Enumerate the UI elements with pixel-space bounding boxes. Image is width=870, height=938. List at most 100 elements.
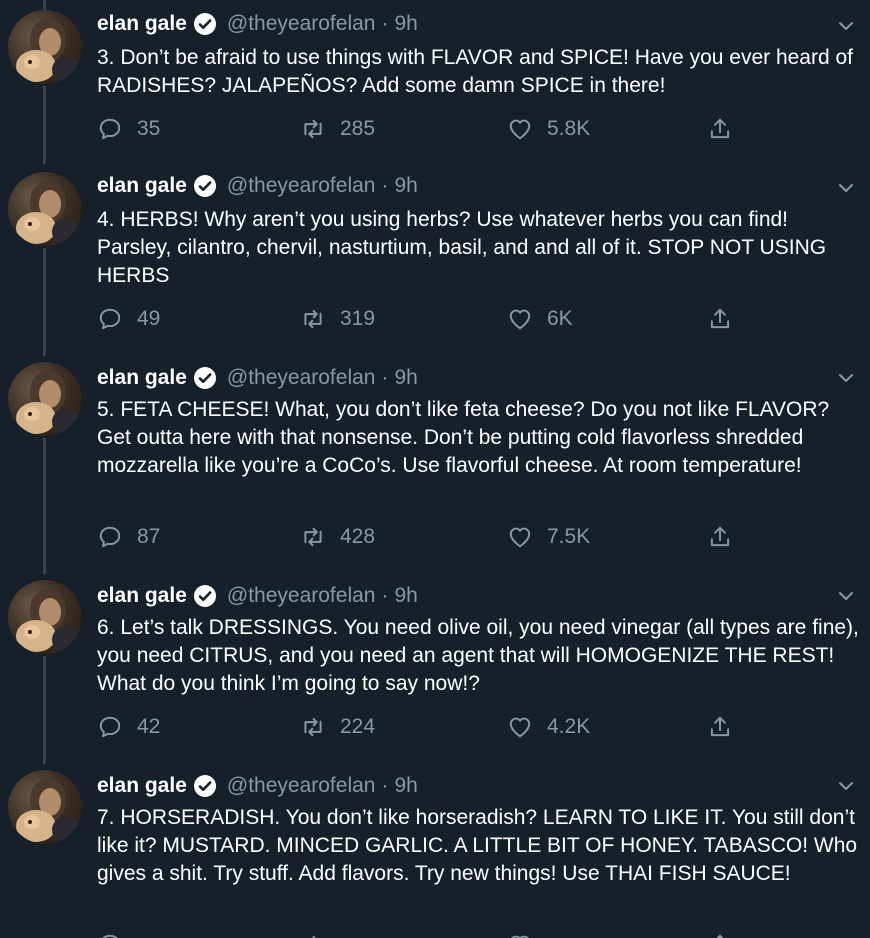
retweet-count: 285 xyxy=(340,117,376,140)
timestamp[interactable]: 9h xyxy=(394,774,417,798)
display-name[interactable]: elan gale xyxy=(97,366,187,390)
timestamp[interactable]: 9h xyxy=(394,12,417,36)
reply-button[interactable]: 42 xyxy=(97,712,160,742)
retweet-count: 224 xyxy=(340,715,376,738)
reply-button[interactable]: 87 xyxy=(97,522,160,552)
tweet-text: 6. Let’s talk DRESSINGS. You need olive … xyxy=(97,616,859,695)
avatar-image xyxy=(16,370,80,436)
tweet-text: 4. HERBS! Why aren’t you using herbs? Us… xyxy=(97,208,827,287)
display-name[interactable]: elan gale xyxy=(97,12,187,36)
share-icon xyxy=(710,716,730,737)
handle[interactable]: @theyearofelan xyxy=(227,584,376,608)
like-count: 5.8K xyxy=(547,117,591,140)
reply-icon xyxy=(99,308,121,330)
reply-button[interactable] xyxy=(97,930,137,938)
like-button[interactable]: 5.8K xyxy=(507,114,590,144)
timestamp[interactable]: 9h xyxy=(394,174,417,198)
reply-button[interactable]: 49 xyxy=(97,304,160,334)
display-name[interactable]: elan gale xyxy=(97,774,187,798)
like-button[interactable]: 7.5K xyxy=(507,522,590,552)
avatar-image xyxy=(16,778,80,844)
verified-badge-icon xyxy=(193,175,216,197)
chevron-down-icon[interactable] xyxy=(836,178,856,198)
tweet-text: 5. FETA CHEESE! What, you don’t like fet… xyxy=(97,398,830,477)
timestamp[interactable]: 9h xyxy=(394,584,417,608)
heart-icon xyxy=(509,717,531,738)
handle[interactable]: @theyearofelan xyxy=(227,12,376,36)
share-button[interactable] xyxy=(707,522,747,552)
tweet-actions: 42 224 4.2K xyxy=(97,712,757,742)
separator-dot: · xyxy=(381,584,389,607)
retweet-count: 428 xyxy=(340,525,376,548)
share-icon xyxy=(710,526,730,547)
reply-count: 87 xyxy=(137,525,161,548)
heart-icon xyxy=(509,309,531,330)
handle[interactable]: @theyearofelan xyxy=(227,774,376,798)
tweet-text: 7. HORSERADISH. You don’t like horseradi… xyxy=(97,806,858,885)
like-count: 6K xyxy=(547,307,573,330)
handle[interactable]: @theyearofelan xyxy=(227,366,376,390)
tweet[interactable]: elan gale @theyearofelan · 9h 4. HERBS! … xyxy=(0,162,870,352)
tweet-actions xyxy=(97,930,757,938)
avatar[interactable] xyxy=(8,10,82,84)
tweet[interactable]: elan gale @theyearofelan · 9h 3. Don’t b… xyxy=(0,0,870,162)
reply-button[interactable]: 35 xyxy=(97,114,160,144)
verified-badge-icon xyxy=(193,585,216,607)
avatar[interactable] xyxy=(8,362,82,436)
tweet-actions: 87 428 7.5K xyxy=(97,522,757,552)
reply-icon xyxy=(102,934,118,938)
share-button[interactable] xyxy=(707,930,747,938)
share-button[interactable] xyxy=(707,304,747,334)
chevron-down-icon[interactable] xyxy=(836,586,856,606)
heart-icon xyxy=(509,527,531,548)
like-button[interactable] xyxy=(507,930,547,938)
chevron-down-icon[interactable] xyxy=(836,776,856,796)
separator-dot: · xyxy=(381,366,389,389)
share-icon xyxy=(710,308,730,329)
like-count: 4.2K xyxy=(547,715,591,738)
share-button[interactable] xyxy=(707,712,747,742)
share-button[interactable] xyxy=(707,114,747,144)
share-icon xyxy=(716,934,724,938)
separator-dot: · xyxy=(381,174,389,197)
display-name[interactable]: elan gale xyxy=(97,584,187,608)
verified-badge-icon xyxy=(193,13,216,35)
avatar[interactable] xyxy=(8,580,82,654)
chevron-down-icon[interactable] xyxy=(836,16,856,36)
tweet-actions: 35 285 5.8K xyxy=(97,114,757,144)
tweet-text: 3. Don’t be afraid to use things with FL… xyxy=(97,46,854,97)
timestamp[interactable]: 9h xyxy=(394,366,417,390)
separator-dot: · xyxy=(381,774,389,797)
like-button[interactable]: 6K xyxy=(507,304,573,334)
retweet-button[interactable]: 285 xyxy=(300,114,375,144)
display-name[interactable]: elan gale xyxy=(97,174,187,198)
tweet-header: elan gale @theyearofelan · 9h xyxy=(97,771,418,801)
reply-icon xyxy=(99,526,121,548)
avatar-image xyxy=(16,588,80,654)
chevron-down-icon[interactable] xyxy=(836,368,856,388)
retweet-button[interactable]: 224 xyxy=(300,712,375,742)
separator-dot: · xyxy=(381,12,389,35)
avatar-image xyxy=(16,18,80,84)
handle[interactable]: @theyearofelan xyxy=(227,174,376,198)
tweet-actions: 49 319 6K xyxy=(97,304,757,334)
tweet[interactable]: elan gale @theyearofelan · 9h 7. HORSERA… xyxy=(0,760,870,938)
tweet-header: elan gale @theyearofelan · 9h xyxy=(97,363,418,393)
tweet[interactable]: elan gale @theyearofelan · 9h 5. FETA CH… xyxy=(0,352,870,570)
retweet-button[interactable]: 428 xyxy=(300,522,375,552)
retweet-icon xyxy=(304,309,322,329)
avatar[interactable] xyxy=(8,770,82,844)
verified-badge-icon xyxy=(193,775,216,797)
tweet-header: elan gale @theyearofelan · 9h xyxy=(97,171,418,201)
reply-icon xyxy=(99,118,121,140)
retweet-icon xyxy=(312,935,317,938)
retweet-icon xyxy=(304,527,322,547)
retweet-button[interactable]: 319 xyxy=(300,304,375,334)
like-button[interactable]: 4.2K xyxy=(507,712,590,742)
tweet[interactable]: elan gale @theyearofelan · 9h 6. Let’s t… xyxy=(0,570,870,760)
retweet-count: 319 xyxy=(340,307,376,330)
retweet-button[interactable] xyxy=(300,930,340,938)
retweet-icon xyxy=(304,717,322,737)
tweet-header: elan gale @theyearofelan · 9h xyxy=(97,9,418,39)
avatar[interactable] xyxy=(8,172,82,246)
